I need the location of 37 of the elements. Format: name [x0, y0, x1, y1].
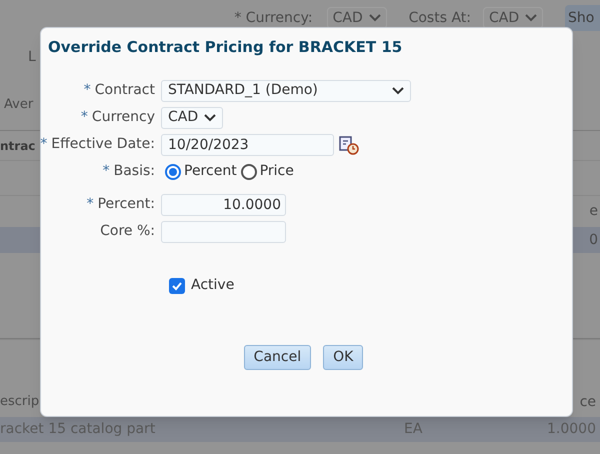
chevron-down-icon: [204, 114, 216, 122]
calendar-clock-icon[interactable]: [339, 134, 359, 154]
checkmark-icon: [171, 280, 183, 292]
radio-option[interactable]: Percent: [165, 161, 237, 182]
field-label: Basis:: [114, 162, 155, 181]
dialog-button[interactable]: Cancel: [244, 345, 312, 370]
active-checkbox[interactable]: Active: [169, 275, 234, 296]
table-cell-text: 0: [589, 230, 598, 250]
column-header: e: [589, 202, 598, 221]
chevron-down-icon: [368, 14, 381, 22]
required-mark: *: [40, 135, 48, 154]
select-field[interactable]: STANDARD_1 (Demo): [161, 80, 411, 102]
number-field[interactable]: 10.0000: [161, 194, 286, 216]
currency-label: * Currency:: [234, 8, 313, 28]
field-label: Percent:: [98, 195, 155, 214]
field-label: Currency: [92, 108, 155, 127]
field-label: Contract: [94, 81, 155, 100]
radio-option[interactable]: Price: [240, 161, 294, 182]
select-field[interactable]: CAD: [161, 106, 223, 128]
chevron-down-icon: [392, 86, 404, 94]
column-header: escrip: [0, 393, 40, 412]
field-label: Aver: [4, 96, 34, 114]
field-label: L: [28, 48, 36, 66]
field-label: Effective Date:: [51, 135, 155, 154]
column-header: ce: [580, 392, 596, 412]
field-label: Core %:: [100, 222, 155, 241]
chevron-down-icon: [525, 14, 537, 22]
required-mark: *: [86, 195, 94, 214]
dialog-title: Override Contract Pricing for BRACKET 15: [48, 37, 404, 58]
costs-at-label: Costs At:: [408, 8, 471, 28]
dialog-button[interactable]: OK: [323, 345, 364, 370]
required-mark: *: [80, 108, 88, 127]
number-field[interactable]: [161, 220, 286, 242]
date-field[interactable]: 10/20/2023: [161, 134, 334, 156]
required-mark: *: [84, 81, 91, 100]
section-title: ntrac: [0, 138, 36, 154]
required-mark: *: [102, 162, 110, 181]
